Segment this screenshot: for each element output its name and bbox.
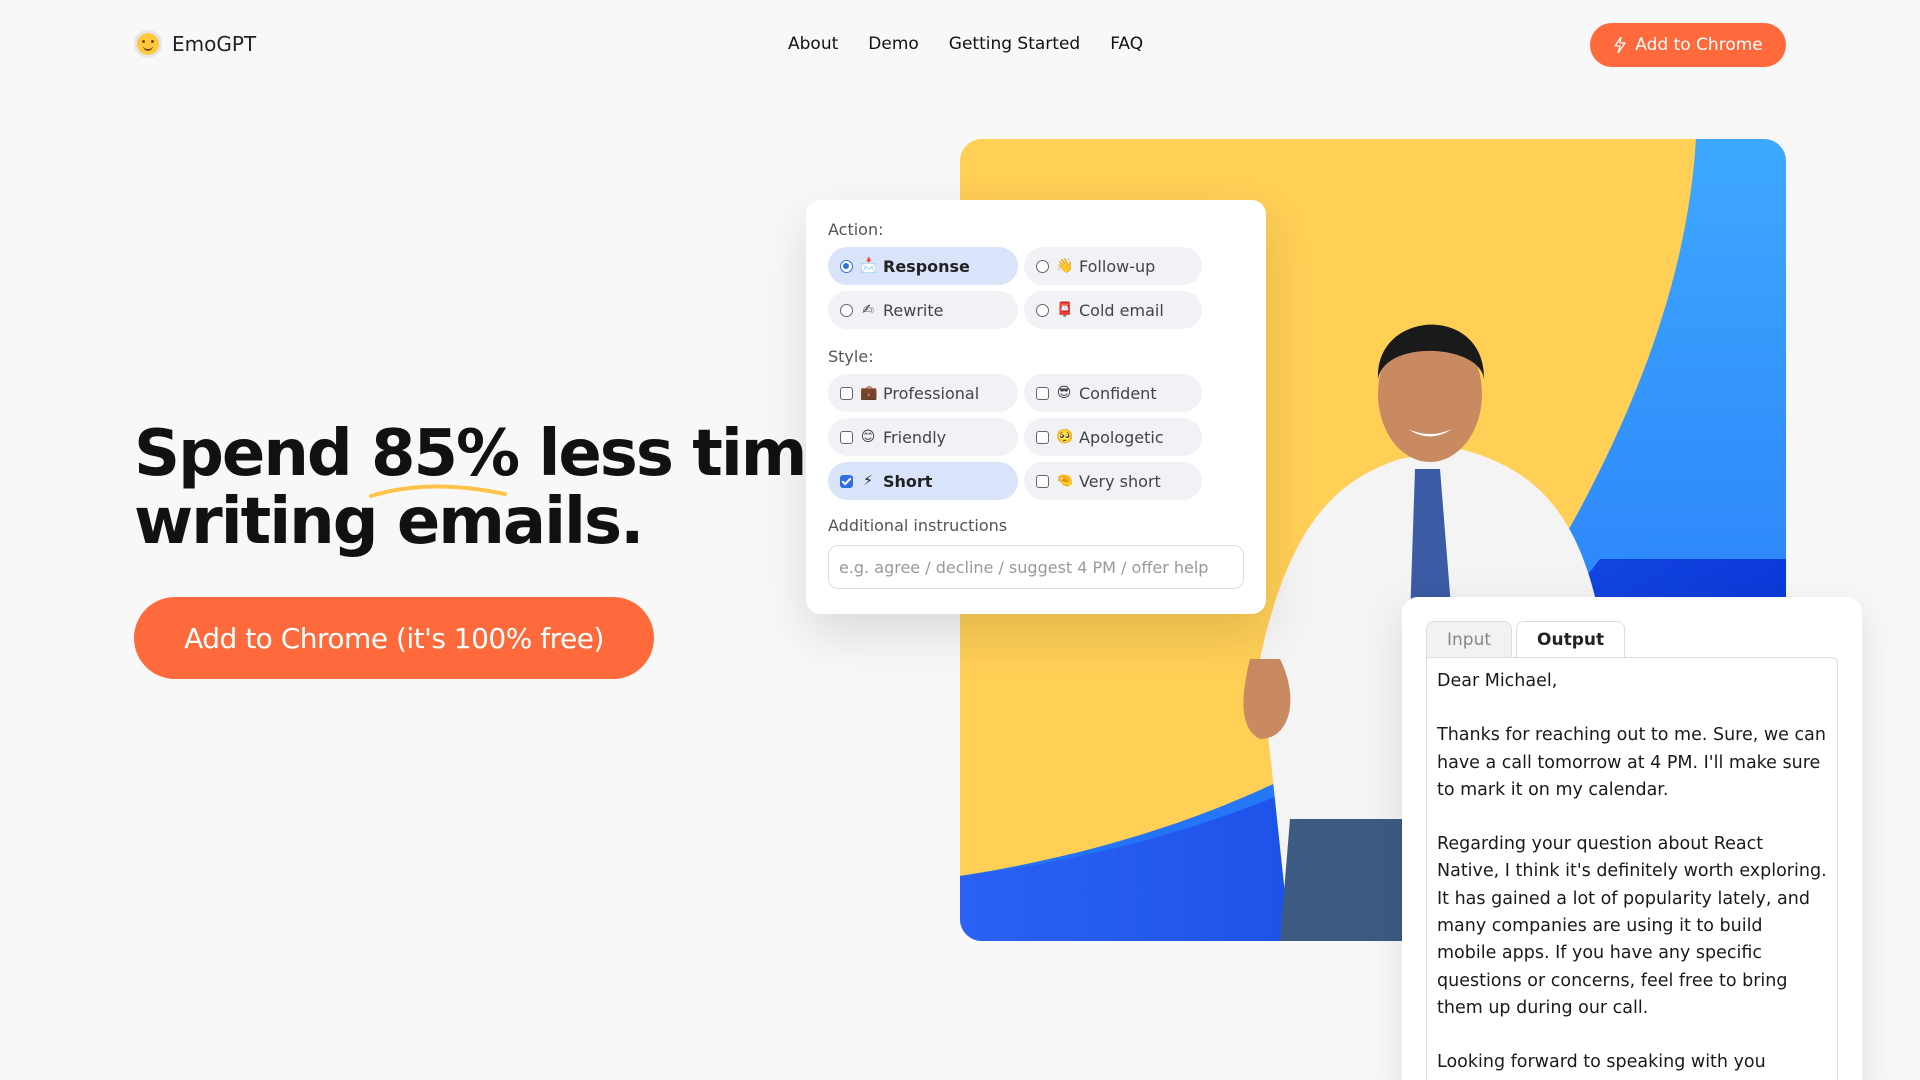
style-option-apologetic[interactable]: 🥺 Apologetic	[1024, 418, 1202, 456]
checkbox[interactable]	[840, 474, 853, 488]
checkbox[interactable]	[840, 430, 853, 444]
radio-button[interactable]	[840, 303, 853, 317]
action-option-rewrite[interactable]: ✍ Rewrite	[828, 291, 1018, 329]
hero-add-to-chrome-button[interactable]: Add to Chrome (it's 100% free)	[134, 597, 654, 679]
action-option-label: Response	[883, 256, 970, 276]
nav-faq-link[interactable]: FAQ	[1110, 34, 1143, 54]
output-card: Input Output Dear Michael, Thanks for re…	[1402, 597, 1862, 1080]
style-option-label: Very short	[1079, 471, 1161, 491]
action-option-label: Cold email	[1079, 300, 1164, 320]
tab-input[interactable]: Input	[1426, 621, 1513, 657]
hero-highlight: 85%	[368, 420, 520, 498]
writing-hand-icon: ✍	[862, 302, 874, 318]
style-option-label: Professional	[883, 383, 980, 403]
options-card: Action: 📩 Response 👋 Follow-up ✍ Rewrite…	[806, 200, 1266, 614]
lightning-icon: ⚡	[863, 473, 873, 489]
tab-output[interactable]: Output	[1516, 621, 1626, 657]
nav-about-link[interactable]: About	[788, 34, 838, 54]
radio-button[interactable]	[1036, 259, 1049, 273]
hero-title-post: less time	[518, 417, 848, 491]
output-paragraph-1: Thanks for reaching out to me. Sure, we …	[1437, 725, 1826, 800]
action-option-cold-email[interactable]: 📮 Cold email	[1024, 291, 1202, 329]
style-option-label: Friendly	[883, 427, 947, 447]
action-options: 📩 Response 👋 Follow-up ✍ Rewrite 📮 Cold …	[828, 247, 1244, 329]
radio-button[interactable]	[1036, 303, 1049, 317]
main-nav: About Demo Getting Started FAQ	[788, 34, 1143, 54]
radio-button[interactable]	[840, 259, 853, 273]
style-option-confident[interactable]: 😎 Confident	[1024, 374, 1202, 412]
action-option-follow-up[interactable]: 👋 Follow-up	[1024, 247, 1202, 285]
highlight-underline-icon	[368, 484, 507, 498]
style-options: 💼 Professional 😎 Confident 😊 Friendly 🥺 …	[828, 374, 1244, 500]
style-option-friendly[interactable]: 😊 Friendly	[828, 418, 1018, 456]
smiling-face-icon: 😊	[860, 429, 876, 445]
checkbox[interactable]	[1036, 430, 1049, 444]
smile-emoji-icon	[134, 30, 162, 58]
checkbox[interactable]	[1036, 386, 1049, 400]
action-option-response[interactable]: 📩 Response	[828, 247, 1018, 285]
pleading-face-icon: 🥺	[1056, 429, 1074, 445]
style-option-label: Short	[883, 471, 933, 491]
header-cta-label: Add to Chrome	[1635, 35, 1763, 55]
output-paragraph-2: Regarding your question about React Nati…	[1437, 834, 1827, 1018]
output-text: Dear Michael, Thanks for reaching out to…	[1426, 657, 1838, 1080]
pinching-hand-icon: 🤏	[1056, 473, 1074, 489]
postbox-icon: 📮	[1056, 302, 1074, 318]
style-section-label: Style:	[828, 347, 874, 366]
output-paragraph-3: Looking forward to speaking with you tom…	[1437, 1052, 1766, 1080]
brand-name: EmoGPT	[172, 32, 257, 56]
action-section-label: Action:	[828, 220, 884, 239]
style-option-very-short[interactable]: 🤏 Very short	[1024, 462, 1202, 500]
style-option-professional[interactable]: 💼 Professional	[828, 374, 1018, 412]
hero-title: Spend 85% less time writing emails.	[134, 417, 849, 556]
bolt-icon	[1614, 37, 1626, 53]
inbox-tray-icon: 📩	[860, 258, 878, 274]
brand-logo[interactable]: EmoGPT	[134, 30, 256, 58]
nav-getting-started-link[interactable]: Getting Started	[949, 34, 1080, 54]
style-option-label: Apologetic	[1079, 427, 1164, 447]
action-option-label: Follow-up	[1079, 256, 1156, 276]
style-option-label: Confident	[1079, 383, 1157, 403]
waving-hand-icon: 👋	[1056, 258, 1074, 274]
output-greeting: Dear Michael,	[1437, 671, 1558, 691]
action-option-label: Rewrite	[883, 300, 944, 320]
checkbox[interactable]	[840, 386, 853, 400]
style-option-short[interactable]: ⚡ Short	[828, 462, 1018, 500]
sunglasses-face-icon: 😎	[1056, 385, 1072, 401]
additional-instructions-input[interactable]	[828, 545, 1244, 589]
output-tabs: Input Output	[1426, 621, 1838, 657]
hero-title-pre: Spend	[134, 417, 371, 491]
header-add-to-chrome-button[interactable]: Add to Chrome	[1590, 23, 1786, 67]
nav-demo-link[interactable]: Demo	[868, 34, 919, 54]
checkbox[interactable]	[1036, 474, 1049, 488]
briefcase-icon: 💼	[860, 385, 878, 401]
additional-instructions-label: Additional instructions	[828, 516, 1008, 535]
